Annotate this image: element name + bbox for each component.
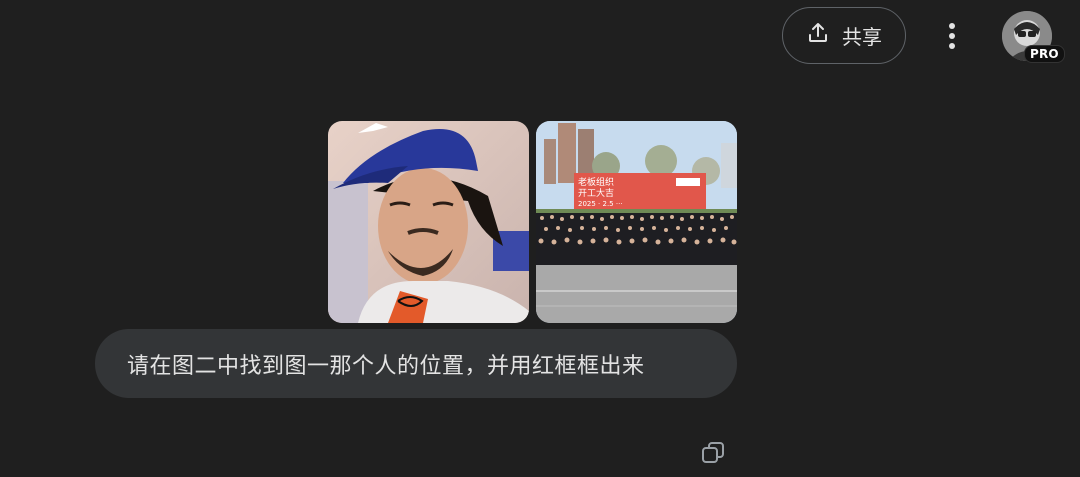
copy-button[interactable]	[700, 440, 726, 466]
banner-line-2: 开工大吉	[578, 187, 614, 199]
user-message-text: 请在图二中找到图一那个人的位置，并用红框框出来	[127, 353, 645, 379]
image-thumbnail-1[interactable]	[328, 121, 529, 323]
share-icon	[806, 21, 830, 50]
user-message-bubble: 请在图二中找到图一那个人的位置，并用红框框出来	[95, 329, 737, 398]
banner-line-3: 2025 · 2.5 ···	[578, 200, 623, 208]
attached-images: 老板组织 开工大吉 2025 · 2.5 ···	[328, 121, 737, 323]
chat-page: 共享 PRO 老板组织 开工大吉 2025 · 2.5 ··· 请在图二中找到图…	[0, 0, 1080, 477]
copy-icon	[702, 442, 724, 463]
more-menu-button[interactable]	[936, 20, 968, 52]
image-thumbnail-2[interactable]: 老板组织 开工大吉 2025 · 2.5 ···	[536, 121, 737, 323]
share-button[interactable]: 共享	[782, 7, 906, 64]
banner-line-1: 老板组织	[578, 176, 614, 188]
pro-badge: PRO	[1024, 45, 1065, 63]
account-avatar-button[interactable]: PRO	[1002, 11, 1065, 63]
more-vert-icon	[949, 23, 955, 49]
share-label: 共享	[842, 25, 882, 49]
